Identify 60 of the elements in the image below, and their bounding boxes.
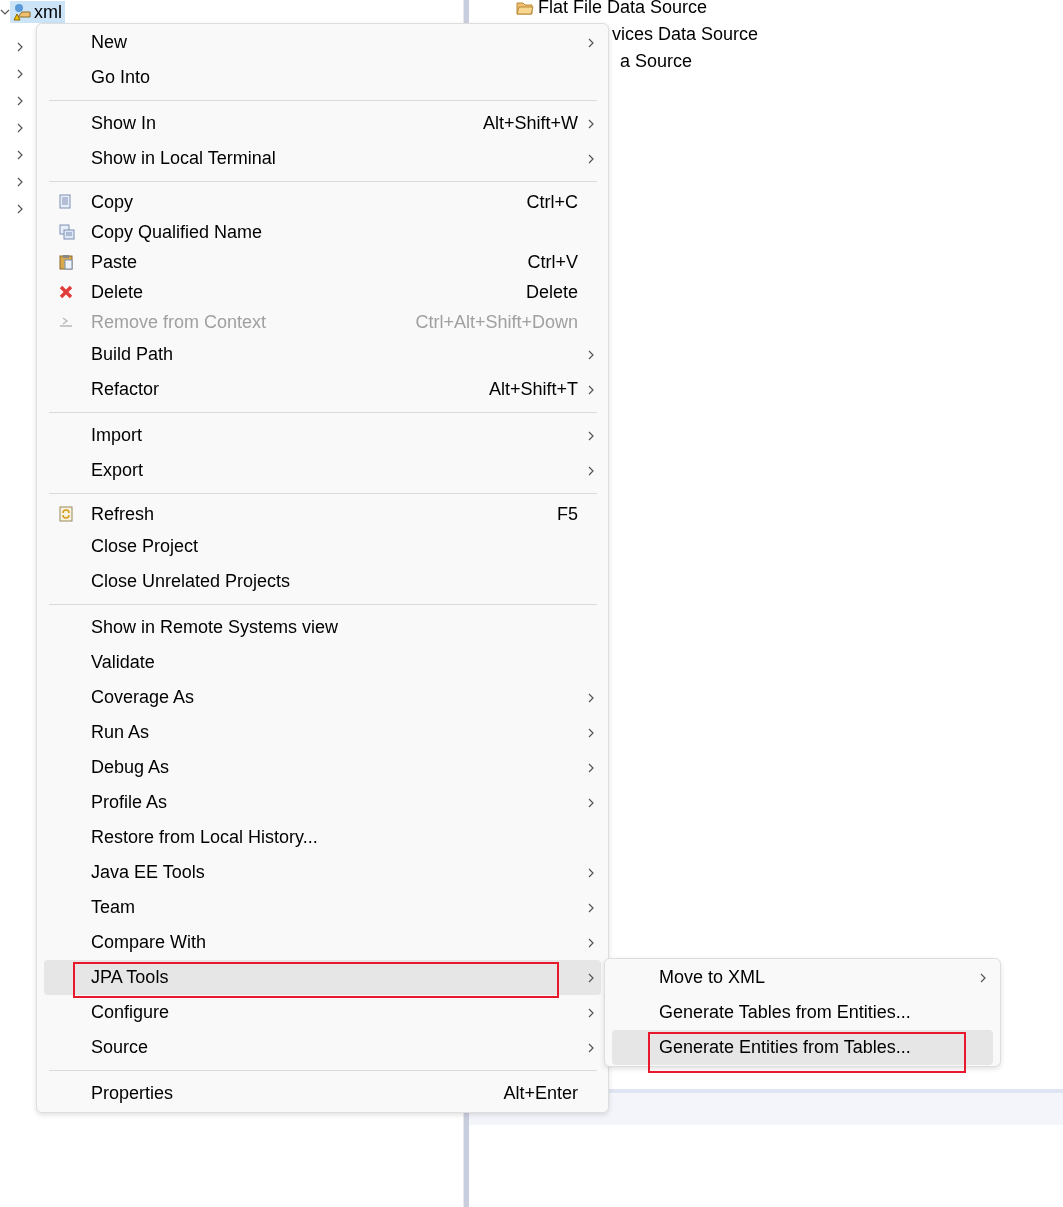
menu-item[interactable]: Run As <box>44 715 601 750</box>
shortcut-label: Ctrl+V <box>527 251 578 273</box>
menu-item[interactable]: Export <box>44 453 601 488</box>
menu-item[interactable]: Compare With <box>44 925 601 960</box>
menu-item[interactable]: Close Unrelated Projects <box>44 564 601 599</box>
menu-item[interactable]: Generate Tables from Entities... <box>612 995 993 1030</box>
menu-item[interactable]: Import <box>44 418 601 453</box>
expand-chevron-icon[interactable] <box>15 41 25 52</box>
project-icon <box>13 3 31 21</box>
clipboard-icon <box>59 254 73 270</box>
expand-chevron-icon[interactable] <box>15 95 25 106</box>
expand-chevron-icon[interactable] <box>15 68 25 79</box>
shortcut-label: Ctrl+C <box>526 191 578 213</box>
menu-item[interactable]: Restore from Local History... <box>44 820 601 855</box>
menu-item[interactable]: Refresh F5 <box>44 499 601 529</box>
menu-item[interactable]: Properties Alt+Enter <box>44 1076 601 1111</box>
pages-icon <box>59 224 75 240</box>
expand-chevron-icon[interactable] <box>15 122 25 133</box>
expand-chevron-icon[interactable] <box>15 149 25 160</box>
expand-chevron-icon[interactable] <box>15 203 25 214</box>
shortcut-label: Alt+Enter <box>503 1083 578 1104</box>
menu-item[interactable]: Show In Alt+Shift+W <box>44 106 601 141</box>
shortcut-label: Alt+Shift+T <box>488 379 578 400</box>
expand-chevron-icon[interactable] <box>15 176 25 187</box>
menu-item[interactable]: Source <box>44 1030 601 1065</box>
tree-item[interactable]: Flat File Data Source <box>538 0 708 18</box>
menu-item[interactable]: Go Into <box>44 60 601 95</box>
shortcut-label: Ctrl+Alt+Shift+Down <box>415 311 578 333</box>
menu-item[interactable]: Show in Local Terminal <box>44 141 601 176</box>
menu-item[interactable]: Generate Entities from Tables... <box>612 1030 993 1065</box>
pages-icon <box>59 194 73 210</box>
menu-item[interactable]: Team <box>44 890 601 925</box>
menu-item[interactable]: Validate <box>44 645 601 680</box>
menu-item[interactable]: Delete Delete <box>44 277 601 307</box>
folder-icon <box>516 0 534 15</box>
menu-item[interactable]: Refactor Alt+Shift+T <box>44 372 601 407</box>
tree-item[interactable]: xml <box>10 1 65 23</box>
expand-chevron-icon[interactable] <box>0 7 10 17</box>
menu-item[interactable]: New <box>44 25 601 60</box>
tree-item[interactable]: a Source <box>620 51 693 72</box>
menu-item[interactable]: Profile As <box>44 785 601 820</box>
shortcut-label: Delete <box>525 281 578 303</box>
menu-item[interactable]: Java EE Tools <box>44 855 601 890</box>
menu-item[interactable]: Debug As <box>44 750 601 785</box>
shortcut-label: F5 <box>557 503 578 525</box>
context-icon <box>59 316 73 328</box>
menu-item[interactable]: Copy Qualified Name <box>44 217 601 247</box>
menu-item[interactable]: Copy Ctrl+C <box>44 187 601 217</box>
menu-item[interactable]: JPA Tools <box>44 960 601 995</box>
tree-item[interactable]: vices Data Source <box>612 24 759 45</box>
menu-item[interactable]: Configure <box>44 995 601 1030</box>
menu-item[interactable]: Show in Remote Systems view <box>44 610 601 645</box>
refresh-icon <box>59 506 73 522</box>
shortcut-label: Alt+Shift+W <box>482 113 578 134</box>
menu-item[interactable]: Build Path <box>44 337 601 372</box>
menu-item[interactable]: Close Project <box>44 529 601 564</box>
menu-item[interactable]: Move to XML <box>612 960 993 995</box>
menu-item[interactable]: Coverage As <box>44 680 601 715</box>
delete-icon <box>59 285 73 299</box>
menu-item[interactable]: Paste Ctrl+V <box>44 247 601 277</box>
